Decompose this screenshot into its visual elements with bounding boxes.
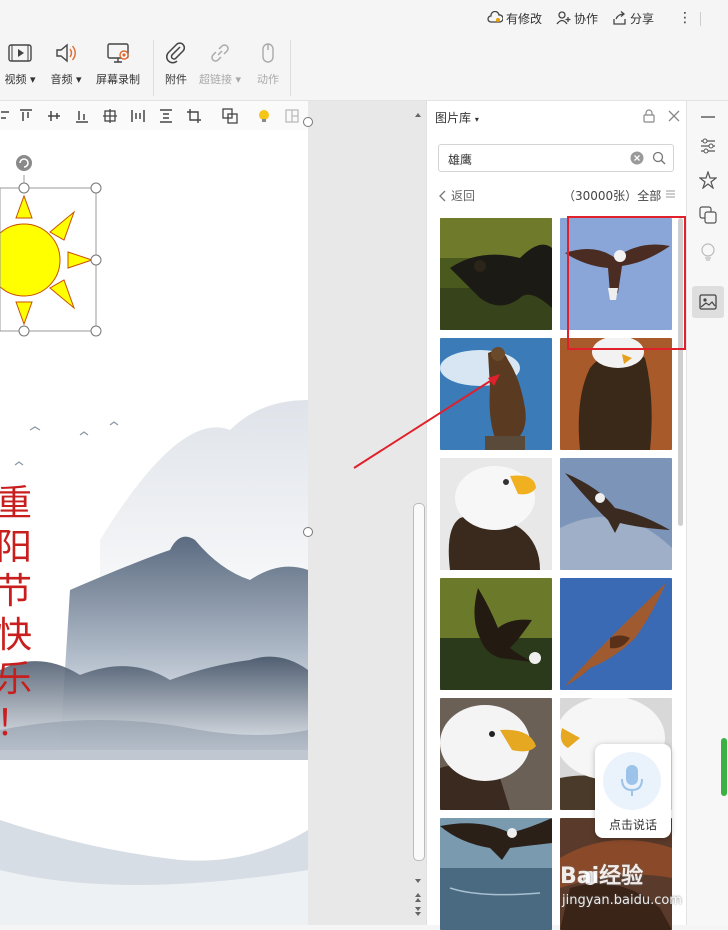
- collapse-icon[interactable]: [700, 114, 716, 120]
- settings-sliders-icon[interactable]: [699, 137, 717, 155]
- collab-button[interactable]: 协作: [556, 9, 598, 27]
- watermark-url: jingyan.baidu.com: [562, 893, 682, 908]
- video-button[interactable]: 视频 ▾: [0, 40, 42, 87]
- thumbnail-eagle-gliding-blue[interactable]: [560, 458, 672, 570]
- picture-library-tab[interactable]: [692, 286, 724, 318]
- sun-shape[interactable]: [0, 150, 110, 340]
- list-menu-icon[interactable]: [665, 189, 676, 199]
- resize-handle[interactable]: [302, 116, 314, 128]
- canvas-scrollbar[interactable]: [412, 108, 425, 925]
- paperclip-icon: [166, 42, 186, 64]
- thumbnail-eagle-portrait-brown[interactable]: [560, 338, 672, 450]
- thumbnail-eagle-head-white[interactable]: [440, 458, 552, 570]
- rotate-handle-icon[interactable]: [16, 155, 32, 171]
- resize-handle[interactable]: [302, 526, 314, 538]
- video-icon: [8, 44, 32, 62]
- chevron-left-icon: [439, 190, 446, 201]
- search-box[interactable]: 雄鹰: [438, 144, 674, 172]
- action-button: 动作: [246, 40, 290, 87]
- annotation-arrow: [353, 374, 500, 469]
- share-button[interactable]: 分享: [612, 9, 654, 27]
- more-menu-button[interactable]: ⋮: [678, 9, 692, 27]
- insert-ribbon: 视频 ▾ 音频 ▾ 屏幕录制 附件 超链接 ▾ 动作: [0, 36, 728, 101]
- watermark-logo: Bai经验: [560, 864, 644, 889]
- title-bar: 有修改 协作 分享 ⋮: [0, 0, 728, 36]
- highlight-box: [567, 216, 686, 350]
- align-top-icon[interactable]: [18, 108, 34, 124]
- star-shape-icon[interactable]: [699, 171, 717, 189]
- layout-icon[interactable]: [284, 108, 300, 124]
- bulb-icon[interactable]: [699, 243, 717, 261]
- align-middle-icon[interactable]: [46, 108, 62, 124]
- mouse-icon: [262, 43, 274, 63]
- align-center-icon[interactable]: [102, 108, 118, 124]
- thumbnail-eagle-swooping-green[interactable]: [440, 578, 552, 690]
- divider: [700, 12, 701, 26]
- user-add-icon: [556, 11, 571, 25]
- filter-all[interactable]: 全部: [637, 189, 661, 203]
- share-icon: [613, 11, 626, 25]
- hyperlink-button: 超链接 ▾: [198, 40, 242, 87]
- align-left-icon[interactable]: [0, 108, 12, 124]
- audio-button[interactable]: 音频 ▾: [44, 40, 88, 87]
- thumbnail-eagle-wings-spread[interactable]: [560, 578, 672, 690]
- clear-icon[interactable]: [630, 151, 644, 165]
- panel-title[interactable]: 图片库 ▾: [435, 109, 479, 126]
- voice-input-popup[interactable]: 点击说话: [595, 744, 671, 838]
- align-bottom-icon[interactable]: [74, 108, 90, 124]
- search-icon[interactable]: [652, 151, 666, 165]
- image-icon: [699, 294, 717, 310]
- level-indicator: [721, 738, 727, 796]
- microphone-icon: [621, 765, 643, 796]
- back-link[interactable]: 返回: [439, 187, 475, 204]
- screen-record-button[interactable]: 屏幕录制: [96, 40, 140, 87]
- divider: [290, 40, 291, 96]
- lock-icon[interactable]: [642, 109, 656, 123]
- scrollbar-thumb[interactable]: [413, 503, 425, 861]
- festival-greeting-text[interactable]: 重 阳 节 快 乐 ！: [0, 482, 32, 746]
- crop-icon[interactable]: [186, 108, 202, 124]
- lightbulb-icon[interactable]: [256, 108, 272, 124]
- link-icon: [211, 44, 229, 62]
- attachment-button[interactable]: 附件: [154, 40, 198, 87]
- sun-icon: [0, 194, 94, 326]
- distribute-horizontal-icon[interactable]: [130, 108, 146, 124]
- thumbnail-eagle-flying-dark[interactable]: [440, 218, 552, 330]
- speaker-icon: [56, 43, 76, 63]
- mic-button[interactable]: [603, 752, 661, 810]
- cloud-icon: [487, 11, 503, 23]
- revise-status[interactable]: 有修改: [487, 9, 542, 27]
- drawing-toolbar: [0, 101, 308, 131]
- close-icon[interactable]: [667, 109, 681, 123]
- thumbnail-eagle-head-closeup[interactable]: [440, 698, 552, 810]
- search-input[interactable]: 雄鹰: [448, 151, 472, 168]
- thumbnail-eagle-over-water[interactable]: [440, 818, 552, 930]
- screen-record-icon: [107, 43, 129, 63]
- distribute-vertical-icon[interactable]: [158, 108, 174, 124]
- result-count: （30000张）全部: [563, 189, 662, 203]
- copy-shapes-icon[interactable]: [699, 206, 717, 224]
- scroll-up-icon[interactable]: [412, 110, 424, 120]
- scroll-down-icon[interactable]: [412, 876, 424, 916]
- right-sidebar: [686, 101, 728, 925]
- group-icon[interactable]: [222, 108, 238, 124]
